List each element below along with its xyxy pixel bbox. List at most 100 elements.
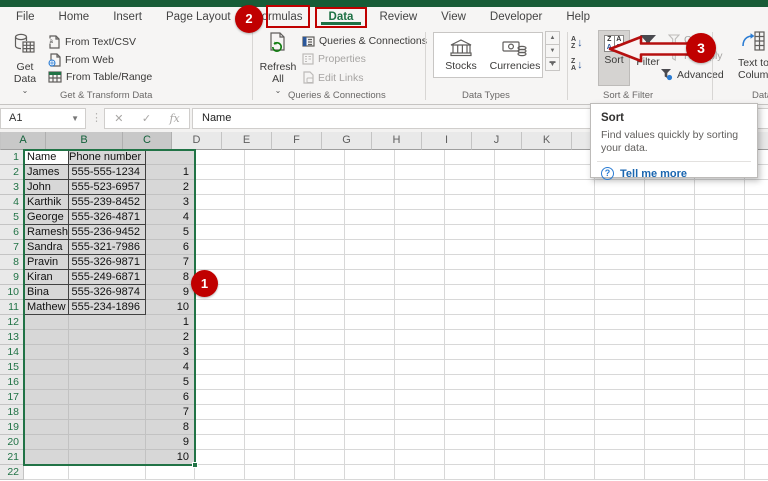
cell-F16[interactable] <box>295 375 345 390</box>
cell-C12[interactable]: 1 <box>146 315 195 330</box>
cell-J18[interactable] <box>495 405 545 420</box>
cell-I5[interactable] <box>445 210 495 225</box>
cell-G2[interactable] <box>345 165 395 180</box>
cell-D3[interactable] <box>195 180 245 195</box>
cell-O4[interactable] <box>745 195 768 210</box>
cell-O17[interactable] <box>745 390 768 405</box>
cell-J13[interactable] <box>495 330 545 345</box>
cell-K8[interactable] <box>545 255 595 270</box>
cell-E6[interactable] <box>245 225 295 240</box>
cell-O14[interactable] <box>745 345 768 360</box>
cell-E21[interactable] <box>245 450 295 465</box>
cell-O3[interactable] <box>745 180 768 195</box>
row-header-13[interactable]: 13 <box>0 330 24 345</box>
cell-I20[interactable] <box>445 435 495 450</box>
cell-F14[interactable] <box>295 345 345 360</box>
name-box[interactable]: A1 ▼ <box>0 108 86 129</box>
cell-M6[interactable] <box>645 225 695 240</box>
cell-M14[interactable] <box>645 345 695 360</box>
cell-F8[interactable] <box>295 255 345 270</box>
tab-view[interactable]: View <box>429 7 478 28</box>
queries-connections-button[interactable]: Queries & Connections <box>302 35 427 47</box>
cell-C17[interactable]: 6 <box>146 390 195 405</box>
tab-developer[interactable]: Developer <box>478 7 554 28</box>
cell-D5[interactable] <box>195 210 245 225</box>
cell-J2[interactable] <box>495 165 545 180</box>
cell-H19[interactable] <box>395 420 445 435</box>
cell-G14[interactable] <box>345 345 395 360</box>
row-header-3[interactable]: 3 <box>0 180 24 195</box>
cell-L5[interactable] <box>595 210 645 225</box>
cell-M5[interactable] <box>645 210 695 225</box>
cell-D6[interactable] <box>195 225 245 240</box>
cell-B12[interactable] <box>69 315 146 330</box>
cell-L20[interactable] <box>595 435 645 450</box>
cell-O16[interactable] <box>745 375 768 390</box>
tab-home[interactable]: Home <box>47 7 102 28</box>
cell-J14[interactable] <box>495 345 545 360</box>
cell-B8[interactable]: 555-326-9871 <box>69 255 146 270</box>
cell-K1[interactable] <box>545 150 595 165</box>
cell-A17[interactable] <box>24 390 69 405</box>
cell-J11[interactable] <box>495 300 545 315</box>
cell-O18[interactable] <box>745 405 768 420</box>
advanced-filter-button[interactable]: Advanced <box>660 68 724 81</box>
cell-C8[interactable]: 7 <box>146 255 195 270</box>
cell-F3[interactable] <box>295 180 345 195</box>
cell-K20[interactable] <box>545 435 595 450</box>
tab-file[interactable]: File <box>4 7 47 28</box>
cell-D19[interactable] <box>195 420 245 435</box>
cell-L15[interactable] <box>595 360 645 375</box>
cell-A4[interactable]: Karthik <box>24 195 69 210</box>
cell-N10[interactable] <box>695 285 745 300</box>
cell-F2[interactable] <box>295 165 345 180</box>
cell-G7[interactable] <box>345 240 395 255</box>
cell-L14[interactable] <box>595 345 645 360</box>
cell-E1[interactable] <box>245 150 295 165</box>
cell-I15[interactable] <box>445 360 495 375</box>
cell-I2[interactable] <box>445 165 495 180</box>
cell-O8[interactable] <box>745 255 768 270</box>
cell-C1[interactable] <box>146 150 195 165</box>
cell-F17[interactable] <box>295 390 345 405</box>
cell-H16[interactable] <box>395 375 445 390</box>
row-header-9[interactable]: 9 <box>0 270 24 285</box>
cell-G4[interactable] <box>345 195 395 210</box>
cell-G3[interactable] <box>345 180 395 195</box>
cell-J1[interactable] <box>495 150 545 165</box>
cell-G22[interactable] <box>345 465 395 480</box>
cell-J8[interactable] <box>495 255 545 270</box>
row-header-17[interactable]: 17 <box>0 390 24 405</box>
cell-O15[interactable] <box>745 360 768 375</box>
cell-A14[interactable] <box>24 345 69 360</box>
cell-I18[interactable] <box>445 405 495 420</box>
cell-M10[interactable] <box>645 285 695 300</box>
cell-H8[interactable] <box>395 255 445 270</box>
from-web-button[interactable]: From Web <box>48 53 114 67</box>
cell-B1[interactable]: Phone number <box>69 149 146 165</box>
cell-K21[interactable] <box>545 450 595 465</box>
cell-E4[interactable] <box>245 195 295 210</box>
cell-J7[interactable] <box>495 240 545 255</box>
from-text-csv-button[interactable]: a From Text/CSV <box>48 35 136 49</box>
cell-J5[interactable] <box>495 210 545 225</box>
cell-G20[interactable] <box>345 435 395 450</box>
edit-links-button[interactable]: Edit Links <box>302 71 364 84</box>
cell-N15[interactable] <box>695 360 745 375</box>
cell-E9[interactable] <box>245 270 295 285</box>
row-header-2[interactable]: 2 <box>0 165 24 180</box>
cell-N13[interactable] <box>695 330 745 345</box>
cell-A9[interactable]: Kiran <box>24 270 69 285</box>
cell-F4[interactable] <box>295 195 345 210</box>
column-header-K[interactable]: K <box>522 132 572 150</box>
cell-B18[interactable] <box>69 405 146 420</box>
cell-B22[interactable] <box>69 465 146 480</box>
cell-N9[interactable] <box>695 270 745 285</box>
cell-A19[interactable] <box>24 420 69 435</box>
cell-O21[interactable] <box>745 450 768 465</box>
cell-J9[interactable] <box>495 270 545 285</box>
cell-F15[interactable] <box>295 360 345 375</box>
cell-L19[interactable] <box>595 420 645 435</box>
cell-G1[interactable] <box>345 150 395 165</box>
cell-G16[interactable] <box>345 375 395 390</box>
